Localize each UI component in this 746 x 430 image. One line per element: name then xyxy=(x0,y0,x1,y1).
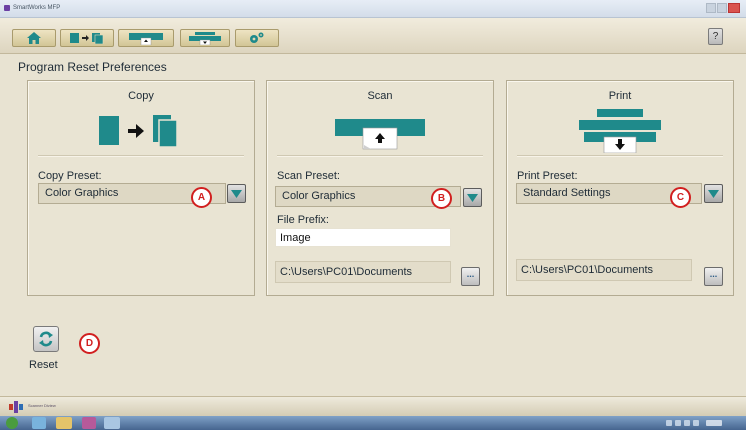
scan-panel-title: Scan xyxy=(367,90,393,102)
main-toolbar: ? xyxy=(0,18,746,54)
scan-icon xyxy=(129,33,163,45)
tray-icon[interactable] xyxy=(684,420,690,426)
scan-tab-button[interactable] xyxy=(118,29,174,47)
status-bar: Scanner Diview xyxy=(0,396,746,416)
copy-tab-button[interactable] xyxy=(60,29,114,47)
clock[interactable] xyxy=(706,420,722,426)
chevron-down-icon xyxy=(467,193,478,202)
home-button[interactable] xyxy=(12,29,56,47)
start-button[interactable] xyxy=(6,417,18,429)
copy-separator xyxy=(38,155,244,157)
os-taskbar xyxy=(0,416,746,430)
reset-label: Reset xyxy=(29,359,58,371)
copy-large-icon xyxy=(99,115,178,148)
brand-logo-icon xyxy=(9,401,23,413)
print-icon xyxy=(189,32,221,45)
print-separator xyxy=(517,155,723,157)
copy-icon xyxy=(70,33,104,44)
scan-path-display: C:\Users\PC01\Documents xyxy=(275,261,451,283)
copy-panel: Copy Copy Preset: Color Graphics A xyxy=(27,80,255,296)
print-preset-label: Print Preset: xyxy=(517,170,578,182)
taskbar-doc-icon[interactable] xyxy=(104,417,120,429)
taskbar-ie-icon[interactable] xyxy=(32,417,46,429)
minimize-button[interactable] xyxy=(706,3,716,13)
home-icon xyxy=(27,32,41,44)
taskbar-folder-icon[interactable] xyxy=(56,417,72,429)
print-preset-dropdown-button[interactable] xyxy=(704,184,723,203)
chevron-down-icon xyxy=(708,189,719,198)
scan-panel: Scan Scan Preset: Color Graphics B File … xyxy=(266,80,494,296)
file-prefix-label: File Prefix: xyxy=(277,214,329,226)
brand-name: Scanner Diview xyxy=(28,403,56,408)
copy-illustration xyxy=(28,109,254,153)
callout-a: A xyxy=(191,187,212,208)
callout-d: D xyxy=(79,333,100,354)
copy-panel-title: Copy xyxy=(128,90,154,102)
chevron-down-icon xyxy=(231,189,242,198)
refresh-icon xyxy=(39,331,53,347)
scan-preset-label: Scan Preset: xyxy=(277,170,340,182)
tray-icon[interactable] xyxy=(666,420,672,426)
copy-preset-label: Copy Preset: xyxy=(38,170,102,182)
close-button[interactable] xyxy=(727,3,740,13)
tray-icon[interactable] xyxy=(675,420,681,426)
scan-browse-button[interactable]: ... xyxy=(461,267,480,286)
file-prefix-input[interactable]: Image xyxy=(275,228,451,247)
print-panel-title: Print xyxy=(608,90,632,102)
window-title: SmartWorks MFP xyxy=(13,5,61,11)
scan-separator xyxy=(277,155,483,157)
window-title-bar: SmartWorks MFP xyxy=(0,0,746,18)
print-panel: Print Print Preset: Standard Settings C … xyxy=(506,80,734,296)
print-tab-button[interactable] xyxy=(180,29,230,47)
system-tray xyxy=(666,419,736,427)
settings-tab-button[interactable] xyxy=(235,29,279,47)
window-controls xyxy=(706,3,740,13)
print-path-display: C:\Users\PC01\Documents xyxy=(516,259,692,281)
scanner-large-icon xyxy=(335,119,425,150)
scan-preset-dropdown-button[interactable] xyxy=(463,188,482,207)
page-title: Program Reset Preferences xyxy=(18,60,167,74)
print-browse-button[interactable]: ... xyxy=(704,267,723,286)
taskbar-app-icon[interactable] xyxy=(82,417,96,429)
tray-icon[interactable] xyxy=(693,420,699,426)
reset-button[interactable] xyxy=(33,326,59,352)
help-button[interactable]: ? xyxy=(708,28,723,45)
callout-c: C xyxy=(670,187,691,208)
app-icon xyxy=(4,5,10,11)
callout-b: B xyxy=(431,188,452,209)
gears-icon xyxy=(250,32,264,43)
maximize-button[interactable] xyxy=(716,3,727,13)
printer-large-icon xyxy=(579,109,661,153)
scan-illustration xyxy=(267,109,493,153)
copy-preset-dropdown-button[interactable] xyxy=(227,184,246,203)
print-illustration xyxy=(507,109,733,153)
